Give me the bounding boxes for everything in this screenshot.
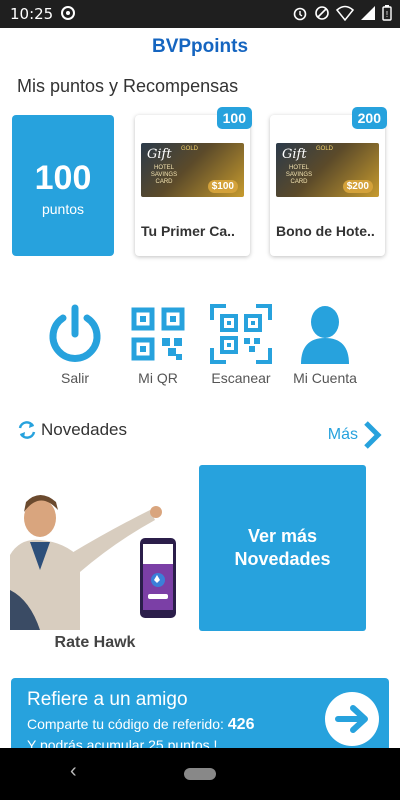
reward-image-amount: $200 — [342, 180, 373, 193]
points-label: puntos — [41, 201, 85, 217]
signal-icon — [361, 6, 375, 20]
my-qr-button[interactable]: Mi QR — [118, 304, 198, 386]
more-news-link[interactable]: Más — [328, 420, 382, 450]
referral-code-line: Comparte tu código de referido: 426 — [27, 716, 254, 734]
reward-image: Gift GOLD HOTEL SAVINGS CARD $200 — [276, 143, 379, 197]
news-title: Novedades — [41, 420, 128, 439]
status-bar: 10:25 ! — [0, 0, 400, 28]
reward-image-hotel-text: HOTEL SAVINGS CARD — [150, 165, 178, 185]
news-header: Novedades — [17, 420, 127, 440]
at-icon — [60, 5, 76, 25]
dnd-icon — [315, 6, 329, 20]
my-qr-label: Mi QR — [138, 370, 178, 386]
reward-image-hotel-text: HOTEL SAVINGS CARD — [285, 165, 313, 185]
wifi-icon — [336, 5, 354, 21]
referral-code-text: Comparte tu código de referido: — [27, 716, 228, 732]
qr-code-icon — [131, 307, 185, 361]
referral-arrow-button[interactable] — [325, 692, 379, 746]
my-account-button[interactable]: Mi Cuenta — [285, 304, 365, 386]
scan-button[interactable]: Escanear — [201, 304, 281, 386]
chevron-right-icon — [364, 421, 382, 449]
logout-label: Salir — [60, 370, 89, 386]
home-pill-icon[interactable] — [184, 768, 216, 780]
power-icon — [49, 304, 101, 362]
more-news-tile[interactable]: Ver más Novedades — [199, 465, 366, 631]
app-title: BVPpoints — [151, 36, 249, 57]
reward-card[interactable]: Gift GOLD HOTEL SAVINGS CARD $200 200 Bo… — [270, 107, 387, 256]
reward-name: Tu Primer Ca.. — [141, 223, 235, 239]
referral-title: Refiere a un amigo — [27, 689, 188, 710]
more-news-tile-label: Ver más Novedades — [234, 526, 331, 569]
reward-image-gold-text: GOLD — [316, 146, 334, 152]
rewards-section-title: Mis puntos y Recompensas — [17, 76, 239, 96]
my-account-label: Mi Cuenta — [293, 370, 357, 386]
status-icons: ! — [292, 5, 392, 21]
reward-points-badge: 200 — [351, 107, 387, 129]
alarm-icon — [293, 7, 307, 21]
referral-banner[interactable]: Refiere a un amigo Comparte tu código de… — [11, 678, 389, 758]
reward-image-gift-text: Gift — [282, 147, 307, 162]
reward-image: Gift GOLD HOTEL SAVINGS CARD $100 — [141, 143, 244, 197]
reward-image-gift-text: Gift — [147, 147, 172, 162]
refresh-icon — [18, 421, 36, 439]
arrow-right-icon — [335, 705, 368, 733]
reward-points-badge: 100 — [216, 107, 252, 129]
status-time: 10:25 — [10, 5, 54, 23]
scan-qr-icon — [210, 304, 272, 364]
reward-name: Bono de Hote.. — [276, 223, 375, 239]
scan-label: Escanear — [211, 370, 271, 386]
news-item-image — [10, 495, 176, 630]
system-nav-bar: ‹ — [0, 748, 400, 800]
more-label: Más — [327, 426, 358, 443]
news-item[interactable]: Rate Hawk — [10, 480, 180, 652]
referral-code: 426 — [227, 716, 255, 733]
news-item-label: Rate Hawk — [54, 634, 136, 651]
back-icon[interactable]: ‹ — [70, 760, 77, 783]
reward-image-gold-text: GOLD — [181, 146, 199, 152]
battery-icon: ! — [382, 5, 392, 21]
user-icon — [301, 306, 349, 364]
svg-text:!: ! — [386, 10, 388, 19]
logout-button[interactable]: Salir — [35, 304, 115, 386]
reward-card[interactable]: Gift GOLD HOTEL SAVINGS CARD $100 100 Tu… — [135, 107, 252, 256]
reward-image-amount: $100 — [207, 180, 238, 193]
points-tile[interactable]: 100 puntos — [12, 115, 114, 256]
points-value: 100 — [34, 159, 92, 197]
